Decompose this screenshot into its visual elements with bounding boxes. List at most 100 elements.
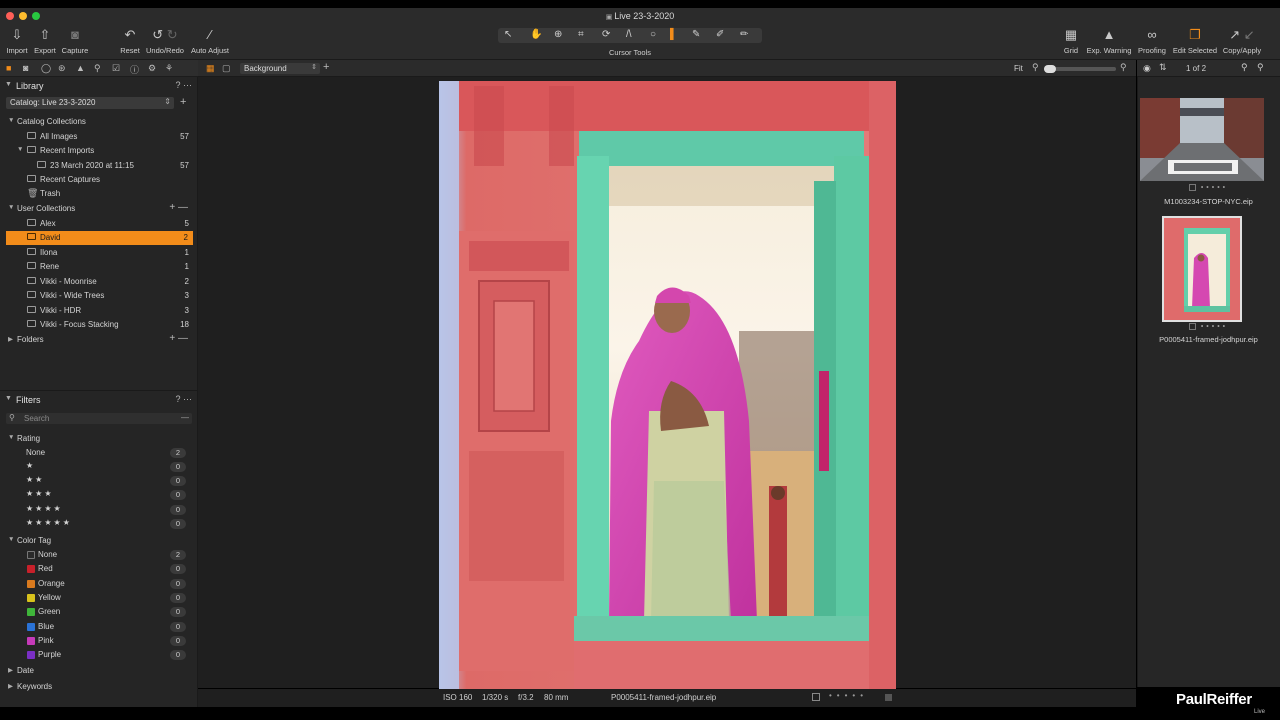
color-tab-icon[interactable]: ⊛ bbox=[58, 63, 66, 74]
thumbnail-rating[interactable]: ••••• bbox=[1137, 323, 1280, 330]
exposure-tab-icon[interactable]: ▲ bbox=[76, 63, 85, 73]
brush-cursor-icon[interactable]: ✐ bbox=[716, 29, 724, 40]
edit-selected-button[interactable]: ❐ Edit Selected bbox=[1171, 27, 1219, 55]
select-checkbox[interactable] bbox=[1188, 184, 1196, 191]
sort-icon[interactable]: ⇅ bbox=[1159, 62, 1167, 73]
select-checkbox[interactable] bbox=[812, 693, 820, 701]
export-button[interactable]: ⇧ Export bbox=[32, 27, 58, 55]
proofing-button[interactable]: ∞ Proofing bbox=[1136, 27, 1168, 55]
add-layer-icon[interactable]: + bbox=[323, 61, 329, 73]
library-tab-icon[interactable]: ■ bbox=[6, 63, 11, 73]
search-icon[interactable]: ⚲ bbox=[1241, 62, 1248, 73]
auto-adjust-button[interactable]: ⁄ Auto Adjust bbox=[189, 27, 231, 55]
catalog-select[interactable]: Catalog: Live 23-3-2020 ⇕ bbox=[6, 97, 174, 109]
copy-apply-button[interactable]: ↗ ↙ Copy/Apply bbox=[1222, 27, 1262, 55]
keywords-filter-header[interactable]: ▶ Keywords bbox=[0, 680, 194, 694]
folders-header[interactable]: ▶ Folders + — bbox=[0, 333, 194, 347]
collection-trash[interactable]: 🗑 Trash bbox=[0, 187, 194, 201]
star-rating-dots[interactable]: ••••• bbox=[829, 691, 868, 700]
rating-filter-row[interactable]: ★★★ 0 bbox=[0, 488, 194, 502]
filters-menu[interactable]: ? ··· bbox=[175, 394, 192, 404]
keystone-cursor-icon[interactable]: /\ bbox=[626, 29, 632, 40]
picker-cursor-icon[interactable]: ✎ bbox=[692, 29, 700, 40]
zoom-slider[interactable] bbox=[1044, 65, 1116, 73]
exp-warning-button[interactable]: ▲ Exp. Warning bbox=[1086, 27, 1132, 55]
spot-cursor-icon[interactable]: ○ bbox=[650, 29, 656, 40]
user-collection-item[interactable]: Alex 5 bbox=[0, 217, 194, 231]
lens-tab-icon[interactable]: ◯ bbox=[41, 63, 51, 74]
rating-filter-row[interactable]: ★★★★ 0 bbox=[0, 503, 194, 517]
filters-header[interactable]: ▼ Filters ? ··· bbox=[0, 394, 198, 408]
user-collection-item[interactable]: Vikki - Moonrise 2 bbox=[0, 275, 194, 289]
color-tag-row[interactable]: Purple 0 bbox=[0, 648, 194, 662]
color-tag-row[interactable]: Red 0 bbox=[0, 562, 194, 576]
capture-tab-icon[interactable]: ◙ bbox=[23, 63, 28, 73]
batch-tab-icon[interactable]: ⚘ bbox=[165, 63, 173, 74]
zoom-fit-label[interactable]: Fit bbox=[1014, 64, 1023, 73]
undo-redo-button[interactable]: ↺ ↻ Undo/Redo bbox=[144, 27, 186, 55]
output-tab-icon[interactable]: ⚙ bbox=[148, 63, 156, 74]
grid-button[interactable]: ▦ Grid bbox=[1060, 27, 1082, 55]
main-photo[interactable] bbox=[439, 81, 896, 689]
multi-view-icon[interactable]: ▦ bbox=[206, 63, 215, 74]
select-checkbox[interactable] bbox=[1188, 323, 1196, 330]
color-tag-row[interactable]: Yellow 0 bbox=[0, 591, 194, 605]
user-collection-item[interactable]: Vikki - HDR 3 bbox=[0, 304, 194, 318]
select-cursor-icon[interactable]: ↖ bbox=[504, 29, 512, 40]
rating-filter-row[interactable]: ★★★★★ 0 bbox=[0, 517, 194, 531]
user-collection-item[interactable]: Ilona 1 bbox=[0, 246, 194, 260]
date-filter-header[interactable]: ▶ Date bbox=[0, 664, 194, 678]
layer-select[interactable]: Background ⇕ bbox=[240, 63, 320, 74]
thumbnail-rating[interactable]: ••••• bbox=[1137, 184, 1280, 191]
color-tag-row[interactable]: Green 0 bbox=[0, 605, 194, 619]
import-button[interactable]: ⇩ Import bbox=[5, 27, 29, 55]
crop-cursor-icon[interactable]: ⌗ bbox=[578, 29, 584, 40]
pan-cursor-icon[interactable]: ✋ bbox=[530, 29, 542, 40]
metadata-tab-icon[interactable]: ⓘ bbox=[130, 63, 139, 76]
user-collection-item[interactable]: Rene 1 bbox=[0, 260, 194, 274]
adjustments-tab-icon[interactable]: ☑ bbox=[112, 63, 120, 74]
library-header[interactable]: ▼ Library ? ··· bbox=[0, 80, 198, 94]
zoom-in-icon[interactable]: ⚲ bbox=[1120, 62, 1127, 73]
filter-icon[interactable]: ⚲ bbox=[1257, 62, 1264, 73]
add-catalog-icon[interactable]: + bbox=[180, 96, 186, 108]
library-menu[interactable]: ? ··· bbox=[175, 80, 192, 90]
thumbnail-stop-nyc[interactable] bbox=[1140, 98, 1264, 181]
user-collection-item-selected[interactable]: David 2 bbox=[6, 231, 193, 245]
reset-button[interactable]: ↶ Reset bbox=[118, 27, 142, 55]
user-collections-header[interactable]: ▼ User Collections + — bbox=[0, 202, 194, 216]
thumbnail-framed-jodhpur-selected[interactable] bbox=[1162, 216, 1242, 322]
catalog-collections-header[interactable]: ▼ Catalog Collections bbox=[0, 115, 194, 129]
user-collection-item[interactable]: Vikki - Wide Trees 3 bbox=[0, 289, 194, 303]
mask-cursor-icon[interactable]: ▌ bbox=[670, 29, 677, 40]
capture-button[interactable]: ◙ Capture bbox=[61, 27, 89, 55]
color-tag-row[interactable]: Pink 0 bbox=[0, 634, 194, 648]
rating-filter-row[interactable]: None 2 bbox=[0, 446, 194, 460]
zoom-cursor-icon[interactable]: ⊕ bbox=[554, 29, 562, 40]
collection-import-date[interactable]: 23 March 2020 at 11:15 57 bbox=[0, 159, 194, 173]
color-tag-row[interactable]: None 2 bbox=[0, 548, 194, 562]
color-tag-header[interactable]: ▼ Color Tag bbox=[0, 534, 194, 548]
annotate-cursor-icon[interactable]: ✏ bbox=[740, 29, 748, 40]
eye-icon[interactable]: ◉ bbox=[1143, 63, 1151, 74]
color-tag-indicator[interactable] bbox=[885, 694, 892, 701]
filters-search-input[interactable]: ⚲ Search — bbox=[6, 413, 192, 424]
zoom-slider-knob[interactable] bbox=[1044, 65, 1056, 73]
collection-recent-captures[interactable]: Recent Captures bbox=[0, 173, 194, 187]
rating-filter-row[interactable]: ★ 0 bbox=[0, 460, 194, 474]
search-options-icon[interactable]: — bbox=[181, 413, 189, 422]
zoom-out-icon[interactable]: ⚲ bbox=[1032, 62, 1039, 73]
details-tab-icon[interactable]: ⚲ bbox=[94, 63, 101, 74]
collection-all-images[interactable]: All Images 57 bbox=[0, 130, 194, 144]
collection-recent-imports[interactable]: ▼ Recent Imports bbox=[0, 144, 194, 158]
rating-filter-row[interactable]: ★★ 0 bbox=[0, 474, 194, 488]
color-tag-row[interactable]: Blue 0 bbox=[0, 620, 194, 634]
single-view-icon[interactable]: ▢ bbox=[222, 63, 231, 74]
rotate-cursor-icon[interactable]: ⟳ bbox=[602, 29, 610, 40]
user-collection-item[interactable]: Vikki - Focus Stacking 18 bbox=[0, 318, 194, 332]
rating-header[interactable]: ▼ Rating bbox=[0, 432, 194, 446]
brand-watermark: PaulReiffer bbox=[1176, 691, 1252, 708]
add-remove-folder-icons[interactable]: + — bbox=[169, 333, 188, 344]
color-tag-row[interactable]: Orange 0 bbox=[0, 577, 194, 591]
add-remove-collection-icons[interactable]: + — bbox=[169, 202, 188, 213]
